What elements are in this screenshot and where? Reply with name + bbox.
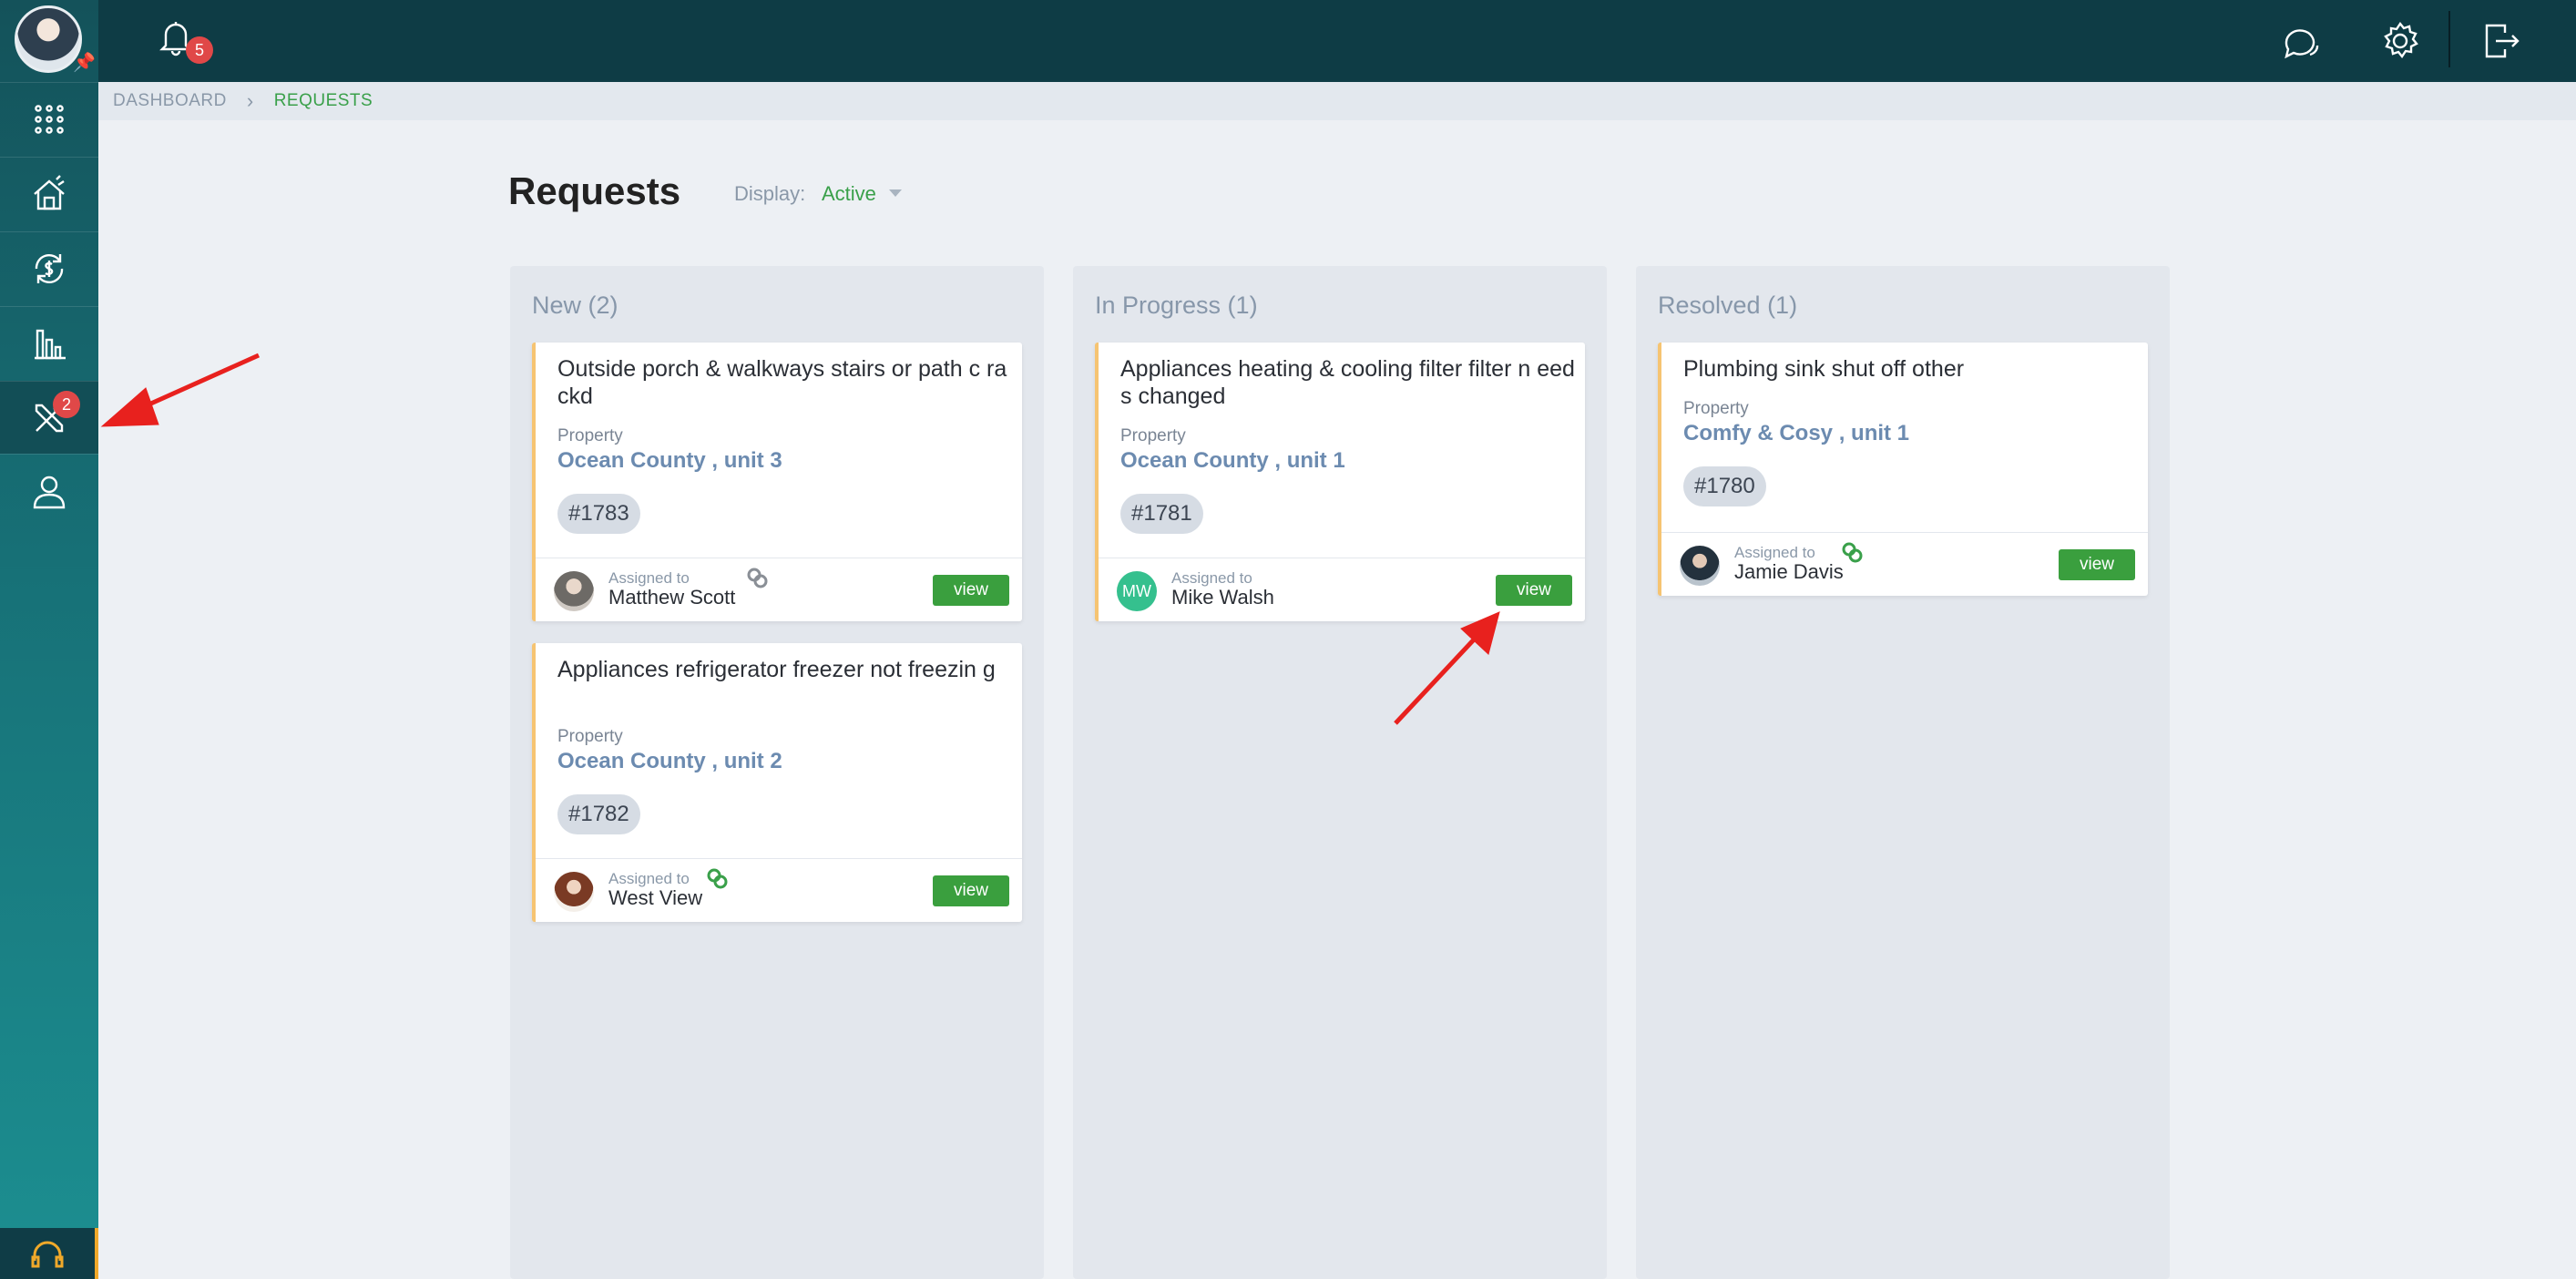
sidebar-item-profile[interactable] bbox=[0, 454, 98, 527]
sidebar-item-properties[interactable] bbox=[0, 157, 98, 230]
chat-bubbles-icon bbox=[2285, 29, 2319, 59]
breadcrumb-dashboard-link[interactable]: DASHBOARD bbox=[113, 91, 227, 111]
assignee-name: Jamie Davis bbox=[1734, 560, 1844, 583]
request-id-tag: #1780 bbox=[1683, 466, 1766, 506]
property-link[interactable]: Ocean County , unit 2 bbox=[557, 749, 782, 774]
request-title: Plumbing sink shut off other bbox=[1683, 356, 1965, 382]
sidebar-item-maintenance[interactable]: 2 bbox=[0, 381, 98, 454]
breadcrumb-current: REQUESTS bbox=[273, 91, 373, 110]
assigned-label: Assigned to bbox=[1171, 569, 1252, 587]
column-in-progress: In Progress (1) Appliances heating & coo… bbox=[1073, 266, 1607, 1279]
request-card[interactable]: Appliances refrigerator freezer not free… bbox=[532, 643, 1022, 922]
link-icon bbox=[745, 566, 771, 591]
property-house-icon bbox=[34, 174, 65, 210]
property-link[interactable]: Comfy & Cosy , unit 1 bbox=[1683, 421, 1909, 446]
column-title: In Progress (1) bbox=[1095, 292, 1258, 319]
top-bar: 5 bbox=[98, 0, 2576, 82]
assignee-avatar bbox=[1680, 546, 1720, 586]
support-headset-button[interactable] bbox=[0, 1228, 98, 1279]
page-title: Requests bbox=[508, 169, 681, 212]
sidebar-item-apps[interactable] bbox=[0, 82, 98, 155]
display-filter-label: Display: bbox=[734, 182, 806, 205]
column-new: New (2) Outside porch & walkways stairs … bbox=[510, 266, 1044, 1279]
request-title: Outside porch & walkways stairs or path … bbox=[557, 356, 1007, 409]
payments-cycle-icon bbox=[35, 253, 64, 283]
column-title: Resolved (1) bbox=[1658, 292, 1798, 319]
assignee-initials-avatar: MW bbox=[1117, 571, 1157, 611]
apps-grid-icon bbox=[35, 104, 64, 134]
headset-icon bbox=[31, 1241, 64, 1268]
user-avatar[interactable] bbox=[15, 5, 82, 73]
pin-icon[interactable]: 📌 bbox=[73, 51, 96, 74]
assignee-avatar bbox=[554, 872, 594, 912]
card-footer: Assigned to Jamie Davis view bbox=[1661, 532, 2148, 596]
view-button[interactable]: view bbox=[2059, 549, 2135, 580]
column-title: New (2) bbox=[532, 292, 618, 319]
card-footer: MW Assigned to Mike Walsh view bbox=[1099, 558, 1585, 621]
chat-button[interactable] bbox=[2277, 18, 2323, 64]
property-link[interactable]: Ocean County , unit 1 bbox=[1120, 448, 1345, 474]
sidebar: 📌 2 bbox=[0, 0, 98, 1279]
request-id-tag: #1783 bbox=[557, 494, 640, 534]
assignee-name: West View bbox=[608, 886, 703, 909]
property-link[interactable]: Ocean County , unit 3 bbox=[557, 448, 782, 474]
property-label: Property bbox=[1683, 399, 1749, 418]
notifications-badge: 5 bbox=[186, 36, 213, 64]
assignee-name: Matthew Scott bbox=[608, 586, 736, 609]
settings-button[interactable] bbox=[2377, 18, 2423, 64]
sidebar-item-payments[interactable] bbox=[0, 231, 98, 304]
request-id-tag: #1781 bbox=[1120, 494, 1203, 534]
request-card[interactable]: Outside porch & walkways stairs or path … bbox=[532, 343, 1022, 621]
topbar-divider bbox=[2448, 11, 2450, 67]
link-icon bbox=[1840, 540, 1866, 566]
card-footer: Assigned to West View view bbox=[536, 858, 1022, 922]
assignee-avatar bbox=[554, 571, 594, 611]
request-title: Appliances heating & cooling filter filt… bbox=[1120, 356, 1575, 409]
request-id-tag: #1782 bbox=[557, 794, 640, 834]
breadcrumb: DASHBOARD › REQUESTS bbox=[98, 82, 2576, 120]
link-icon bbox=[705, 866, 731, 892]
annotation-arrow-sidebar bbox=[100, 353, 261, 427]
view-button[interactable]: view bbox=[1496, 575, 1572, 606]
view-button[interactable]: view bbox=[933, 875, 1009, 906]
property-label: Property bbox=[1120, 426, 1186, 445]
gear-icon bbox=[2384, 21, 2418, 59]
logout-button[interactable] bbox=[2478, 18, 2523, 64]
view-button[interactable]: view bbox=[933, 575, 1009, 606]
logout-icon bbox=[2485, 24, 2520, 58]
assigned-label: Assigned to bbox=[1734, 544, 1815, 561]
display-filter-select[interactable]: Active bbox=[822, 182, 876, 206]
card-footer: Assigned to Matthew Scott view bbox=[536, 558, 1022, 621]
user-profile-icon bbox=[33, 476, 66, 508]
assignee-name: Mike Walsh bbox=[1171, 586, 1274, 609]
request-card[interactable]: Appliances heating & cooling filter filt… bbox=[1095, 343, 1585, 621]
assigned-label: Assigned to bbox=[608, 569, 690, 587]
property-label: Property bbox=[557, 426, 623, 445]
request-card[interactable]: Plumbing sink shut off other Property Co… bbox=[1658, 343, 2148, 596]
reports-chart-icon bbox=[35, 329, 66, 359]
assigned-label: Assigned to bbox=[608, 870, 690, 887]
chevron-right-icon: › bbox=[246, 89, 254, 112]
maintenance-badge: 2 bbox=[53, 391, 80, 418]
column-resolved: Resolved (1) Plumbing sink shut off othe… bbox=[1636, 266, 2170, 1279]
chevron-down-icon[interactable] bbox=[889, 189, 902, 197]
property-label: Property bbox=[557, 727, 623, 746]
request-title: Appliances refrigerator freezer not free… bbox=[557, 657, 996, 682]
sidebar-item-reports[interactable] bbox=[0, 306, 98, 379]
